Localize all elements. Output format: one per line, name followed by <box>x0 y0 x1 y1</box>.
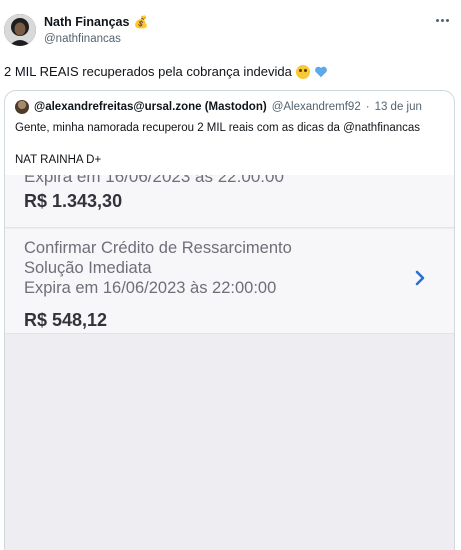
tweet-text: 2 MIL REAIS recuperados pela cobrança in… <box>4 64 328 79</box>
refund-card-2-expiry: Expira em 16/06/2023 às 22:00:00 <box>24 279 277 297</box>
quoted-text-line2: NAT RAINHA D+ <box>15 154 102 166</box>
blue-heart-emoji-icon <box>314 66 327 77</box>
author-display-name[interactable]: Nath Finanças <box>44 15 129 29</box>
refund-card-1-expiry: Expira em 16/06/2023 às 22:00:00 <box>24 175 284 186</box>
author-name-row[interactable]: Nath Finanças 💰 <box>44 15 148 29</box>
more-options-icon[interactable] <box>433 14 451 26</box>
quoted-tweet[interactable]: @alexandrefreitas@ursal.zone (Mastodon) … <box>4 90 455 550</box>
quoted-author-handle: @Alexandremf92 <box>271 101 361 113</box>
author-avatar[interactable] <box>4 14 36 46</box>
quoted-media-screenshot[interactable]: Expira em 16/06/2023 às 22:00:00 R$ 1.34… <box>5 175 454 550</box>
quoted-separator: · <box>365 101 370 113</box>
quoted-author-avatar <box>15 100 29 114</box>
pleading-face-emoji-icon <box>295 64 310 79</box>
quoted-date: 13 de jun <box>374 101 422 113</box>
chevron-right-icon <box>415 270 425 286</box>
tweet-body: 2 MIL REAIS recuperados pela cobrança in… <box>4 64 292 79</box>
quoted-tweet-header: @alexandrefreitas@ursal.zone (Mastodon) … <box>15 100 422 114</box>
money-bag-emoji: 💰 <box>133 15 149 29</box>
refund-card-2: Confirmar Crédito de Ressarcimento Soluç… <box>5 229 454 334</box>
quoted-text-line1: Gente, minha namorada recuperou 2 MIL re… <box>15 122 421 134</box>
refund-card-2-subtitle: Solução Imediata <box>24 259 152 277</box>
refund-card-1-amount: R$ 1.343,30 <box>24 191 123 211</box>
refund-card-1: Expira em 16/06/2023 às 22:00:00 R$ 1.34… <box>5 175 454 228</box>
refund-card-2-title: Confirmar Crédito de Ressarcimento <box>24 239 292 257</box>
author-handle[interactable]: @nathfinancas <box>44 33 121 45</box>
quoted-author-name: @alexandrefreitas@ursal.zone (Mastodon) <box>34 101 267 113</box>
refund-card-2-amount: R$ 548,12 <box>24 310 108 330</box>
